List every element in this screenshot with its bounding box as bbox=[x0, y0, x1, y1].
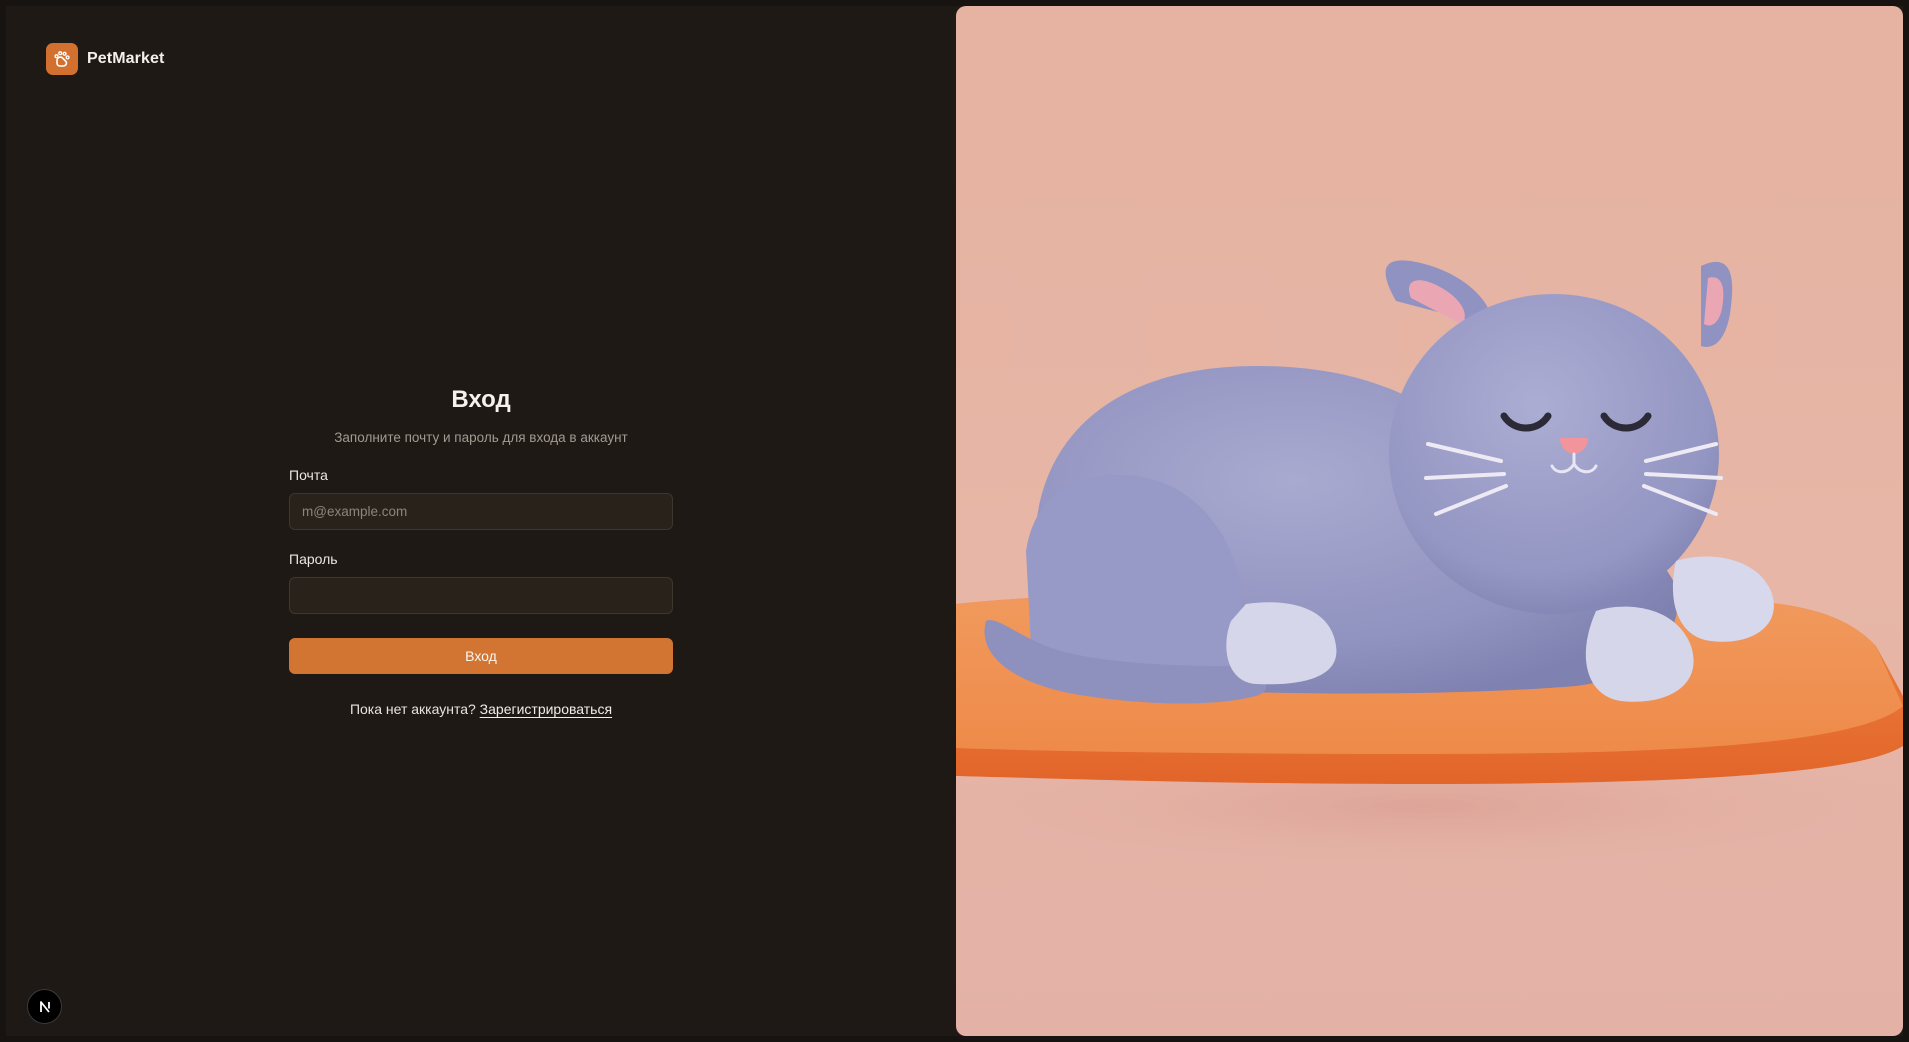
signup-row: Пока нет аккаунта? Зарегистрироваться bbox=[289, 701, 673, 717]
page-subtitle: Заполните почту и пароль для входа в акк… bbox=[334, 430, 628, 445]
password-label: Пароль bbox=[289, 551, 338, 567]
signup-prompt: Пока нет аккаунта? bbox=[349, 701, 476, 717]
sleeping-cat-illustration bbox=[956, 260, 1903, 876]
login-page: PetMarket Вход Заполните почту и пароль … bbox=[0, 0, 1909, 1042]
login-button[interactable]: Вход bbox=[289, 638, 673, 674]
page-title: Вход bbox=[451, 386, 511, 413]
brand[interactable]: PetMarket bbox=[46, 43, 164, 75]
nextjs-icon[interactable] bbox=[27, 989, 62, 1024]
signup-link[interactable]: Зарегистрироваться bbox=[480, 701, 612, 717]
hero-image bbox=[956, 6, 1903, 1036]
login-panel: PetMarket Вход Заполните почту и пароль … bbox=[6, 6, 956, 1036]
brand-name: PetMarket bbox=[87, 50, 165, 67]
paw-icon bbox=[46, 43, 78, 75]
email-label: Почта bbox=[289, 467, 328, 483]
password-field[interactable] bbox=[289, 577, 673, 614]
login-form: Вход Заполните почту и пароль для входа … bbox=[289, 378, 673, 717]
email-field[interactable] bbox=[289, 493, 673, 530]
